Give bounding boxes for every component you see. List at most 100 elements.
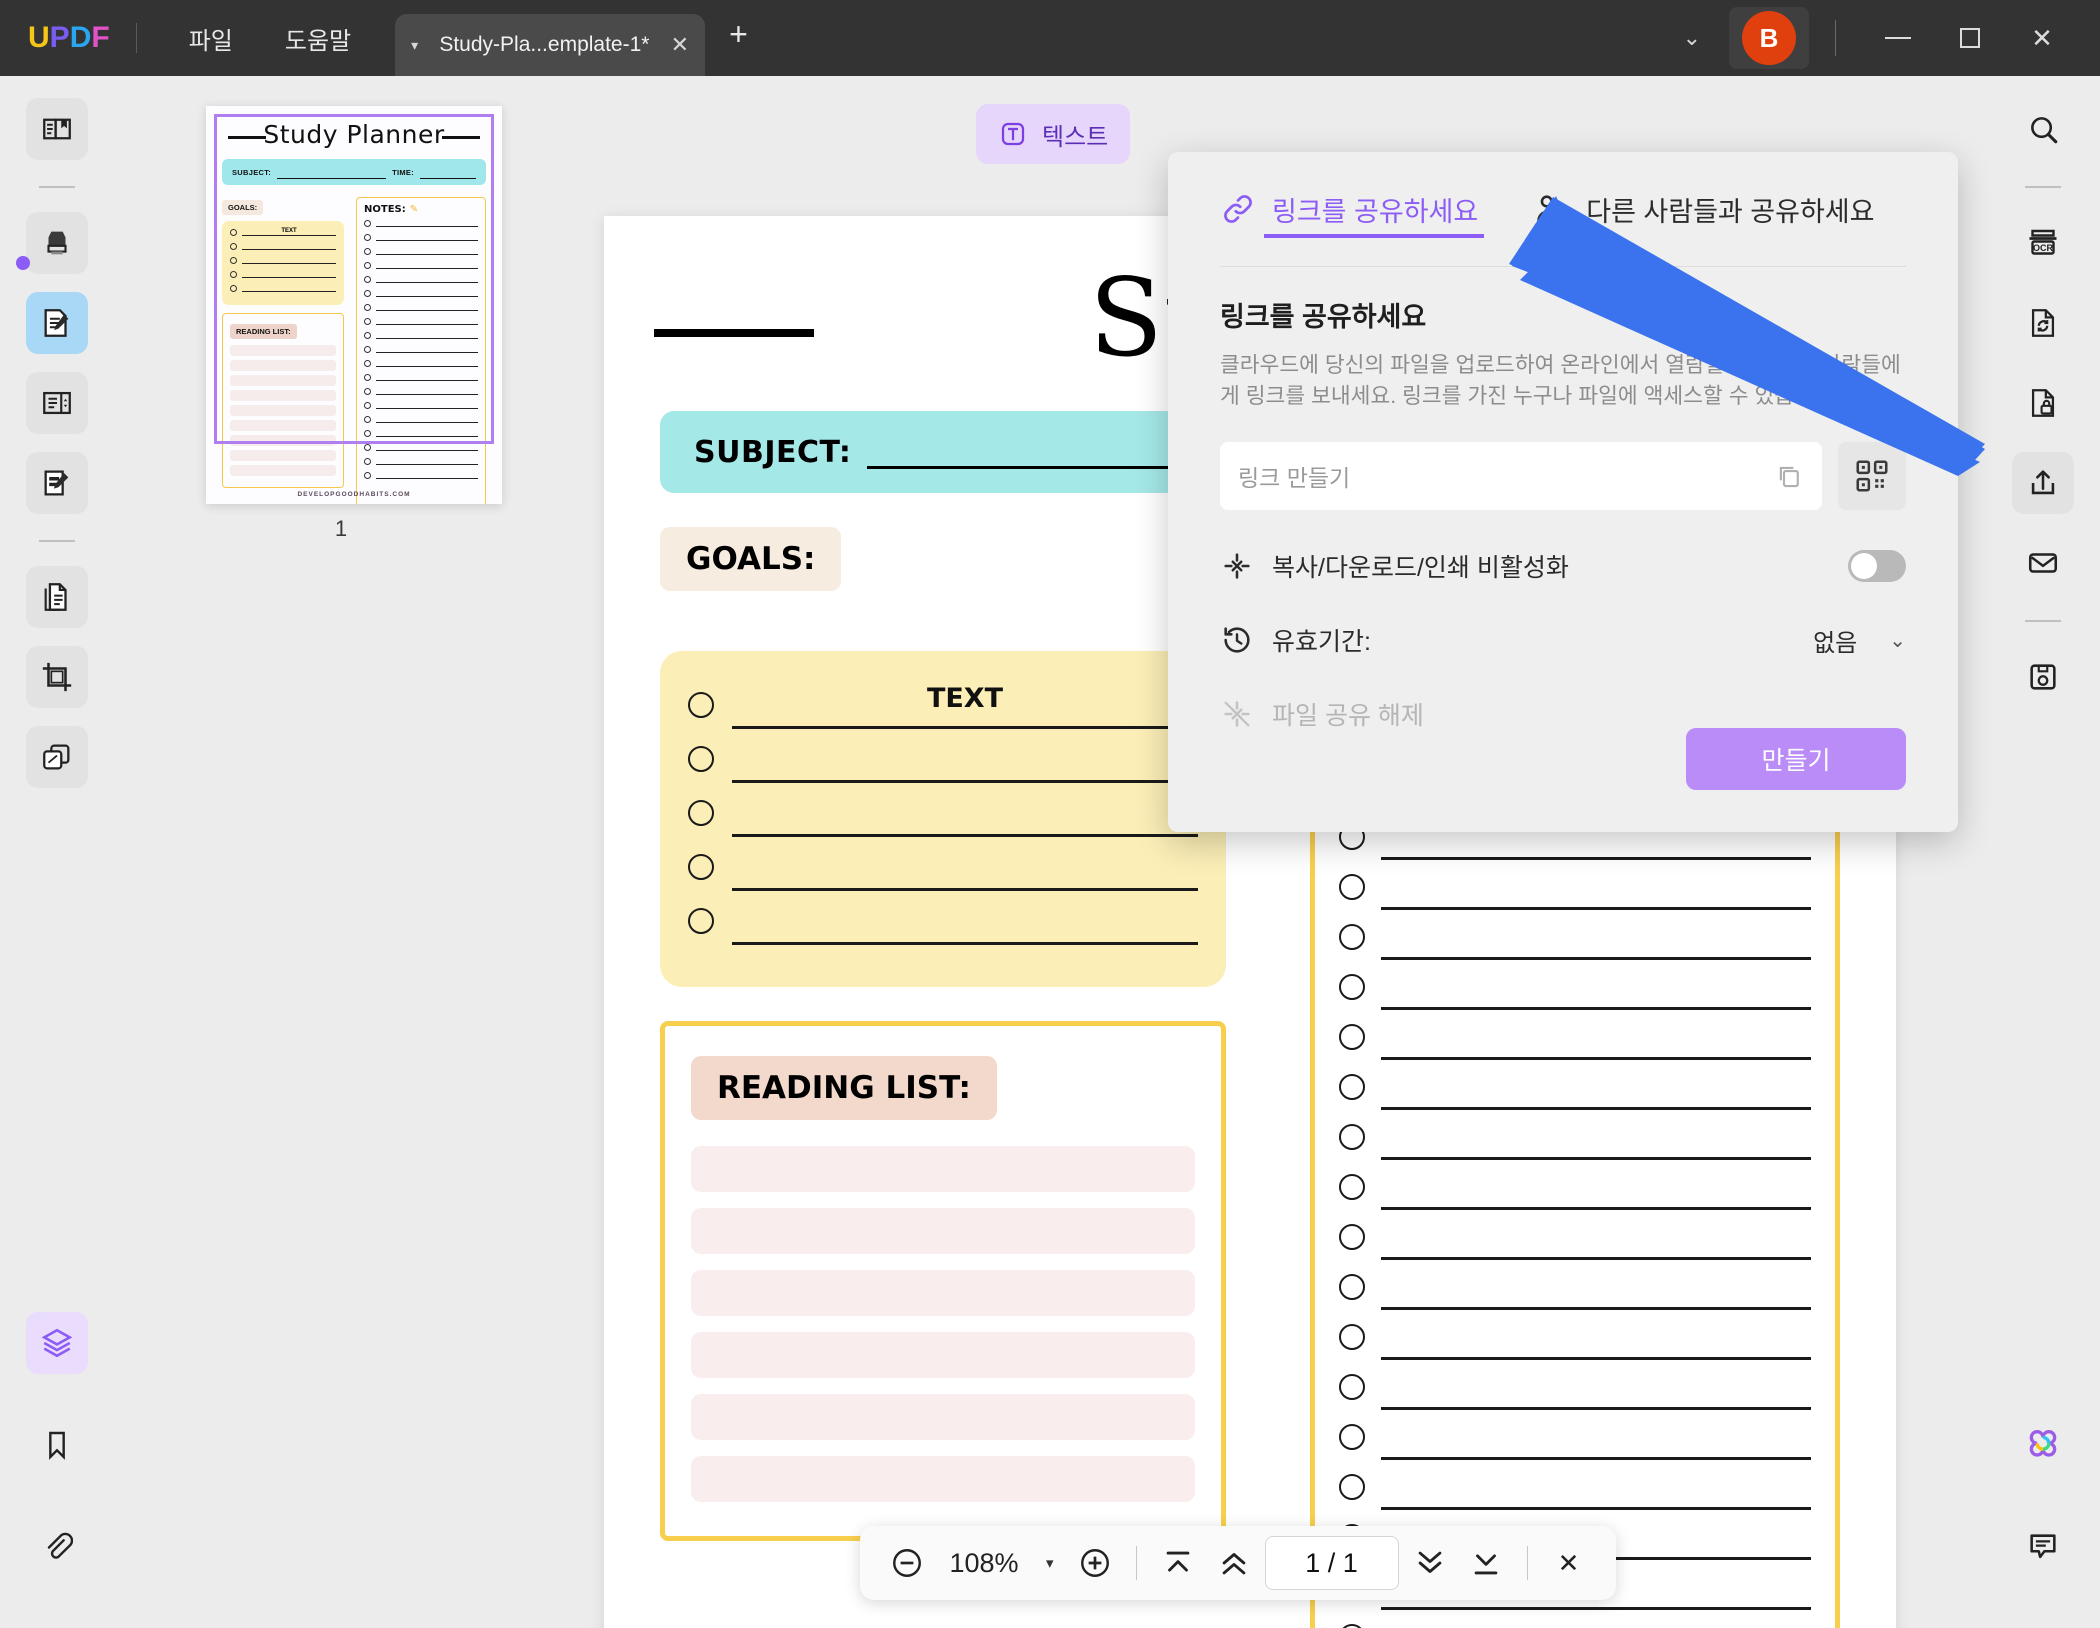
rule-line	[376, 373, 478, 381]
sidebar-item-ocr[interactable]: OCR	[2012, 212, 2074, 274]
chevron-down-icon[interactable]: ▾	[411, 37, 418, 54]
sidebar-item-comment[interactable]	[2012, 1516, 2074, 1578]
menu-file[interactable]: 파일	[163, 0, 259, 76]
share-panel-footer: 만들기	[1686, 728, 1906, 790]
qr-code-button[interactable]	[1838, 442, 1906, 511]
link-input[interactable]: 링크 만들기	[1220, 442, 1822, 511]
attachment-icon	[47, 1532, 73, 1559]
circle-icon[interactable]	[688, 746, 714, 772]
circle-icon[interactable]	[1339, 1274, 1365, 1300]
list-item: TEXT	[688, 681, 1198, 729]
circle-icon	[230, 270, 237, 278]
sidebar-item-form-fields[interactable]	[26, 372, 88, 434]
copy-icon[interactable]	[1774, 461, 1804, 491]
zoom-in-button[interactable]	[1070, 1538, 1120, 1588]
circle-icon[interactable]	[1339, 1474, 1365, 1500]
sidebar-item-highlighter[interactable]	[26, 212, 88, 274]
maximize-icon	[1960, 28, 1980, 48]
prev-page-button[interactable]	[1209, 1538, 1259, 1588]
circle-icon	[364, 331, 371, 339]
sidebar-item-share[interactable]	[2012, 452, 2074, 514]
chevron-down-icon[interactable]: ▾	[1036, 1554, 1064, 1572]
circle-icon[interactable]	[688, 800, 714, 826]
zoom-in-icon	[1080, 1549, 1109, 1577]
disable-copy-row[interactable]: 복사/다운로드/인쇄 비활성화	[1220, 548, 1906, 584]
chevron-down-icon[interactable]: ⌄	[1655, 25, 1729, 51]
new-tab-button[interactable]: +	[729, 16, 748, 53]
circle-icon[interactable]	[688, 692, 714, 718]
circle-icon[interactable]	[1339, 1224, 1365, 1250]
sidebar-item-attachment[interactable]	[26, 1516, 88, 1578]
zoom-out-button[interactable]	[882, 1538, 932, 1588]
sidebar-item-bookmark[interactable]	[26, 1414, 88, 1476]
sidebar-item-annotate[interactable]	[26, 452, 88, 514]
qr-code-icon	[1856, 460, 1888, 492]
circle-icon[interactable]	[1339, 1324, 1365, 1350]
account-button[interactable]: B	[1729, 7, 1809, 69]
unshare-row[interactable]: 파일 공유 해제	[1220, 696, 1906, 732]
thumbnail-notes-label: NOTES: ✎	[364, 204, 419, 215]
toolbar-separator-2	[1526, 1546, 1528, 1580]
text-tool-button[interactable]: 텍스트	[976, 104, 1131, 164]
list-item	[364, 289, 478, 297]
circle-icon[interactable]	[1339, 1024, 1365, 1050]
history-clock-icon	[1224, 627, 1250, 653]
page-thumbnail[interactable]: Study Planner SUBJECT: TIME: GOALS: TEXT	[206, 106, 502, 504]
rule-line	[1381, 1614, 1811, 1628]
rule-line	[732, 789, 1198, 837]
circle-icon[interactable]	[1339, 1424, 1365, 1450]
circle-icon[interactable]	[1339, 974, 1365, 1000]
list-item	[230, 390, 336, 401]
sidebar-item-edit-pdf[interactable]	[26, 292, 88, 354]
rail-divider-r2	[2025, 620, 2061, 622]
sidebar-item-protect[interactable]	[2012, 372, 2074, 434]
rule-line	[376, 261, 478, 269]
thumbnail-page-number: 1	[334, 516, 348, 541]
expiry-value[interactable]: 없음	[1813, 623, 1857, 658]
document-tab[interactable]: ▾ Study-Pla...emplate-1* ✕	[395, 14, 706, 76]
maximize-button[interactable]	[1934, 0, 2006, 76]
sidebar-item-save[interactable]	[2012, 646, 2074, 708]
sidebar-item-organize-pages[interactable]	[26, 566, 88, 628]
left-tool-rail	[0, 76, 114, 1628]
document-reading-box: READING LIST:	[660, 1021, 1226, 1541]
sidebar-item-search[interactable]	[2012, 98, 2074, 160]
zoom-level-label[interactable]: 108%	[938, 1548, 1030, 1579]
sidebar-item-convert[interactable]	[2012, 292, 2074, 354]
close-window-button[interactable]: ✕	[2006, 0, 2078, 76]
title-bar: U P D F 파일 도움말 ▾ Study-Pla...emplate-1* …	[0, 0, 2100, 76]
sidebar-item-layers[interactable]	[26, 1312, 88, 1374]
close-toolbar-button[interactable]: ✕	[1544, 1538, 1594, 1588]
menu-help[interactable]: 도움말	[259, 0, 377, 76]
page-indicator[interactable]: 1 / 1	[1264, 1536, 1399, 1590]
sidebar-item-crop[interactable]	[26, 646, 88, 708]
tab-share-link[interactable]: 링크를 공유하세요	[1220, 152, 1485, 266]
rule-line	[1381, 1014, 1811, 1060]
tab-share-with-people[interactable]: 다른 사람들과 공유하세요	[1534, 152, 1874, 266]
chevron-down-icon[interactable]: ⌄	[1889, 628, 1906, 653]
circle-icon[interactable]	[1339, 1174, 1365, 1200]
circle-icon[interactable]	[688, 908, 714, 934]
logo-letter-u: U	[28, 21, 50, 54]
circle-icon[interactable]	[1339, 1124, 1365, 1150]
sidebar-item-updf-ai[interactable]	[2012, 1414, 2074, 1476]
create-link-button[interactable]: 만들기	[1686, 728, 1906, 790]
next-page-button[interactable]	[1405, 1538, 1455, 1588]
sidebar-item-email[interactable]	[2012, 532, 2074, 594]
close-icon[interactable]: ✕	[671, 32, 689, 58]
circle-icon[interactable]	[1339, 874, 1365, 900]
list-item	[364, 415, 478, 423]
circle-icon[interactable]	[1339, 1074, 1365, 1100]
circle-icon[interactable]	[1339, 924, 1365, 950]
circle-icon[interactable]	[1339, 1374, 1365, 1400]
first-page-button[interactable]	[1153, 1538, 1203, 1588]
last-page-button[interactable]	[1461, 1538, 1511, 1588]
disable-copy-toggle[interactable]	[1848, 550, 1906, 583]
circle-icon[interactable]	[1339, 1624, 1365, 1628]
rule-line	[376, 471, 478, 479]
minimize-button[interactable]	[1862, 0, 1934, 76]
circle-icon[interactable]	[688, 854, 714, 880]
sidebar-item-reader[interactable]	[26, 98, 88, 160]
expiry-row[interactable]: 유효기간: 없음 ⌄	[1220, 622, 1906, 658]
sidebar-item-compare[interactable]	[26, 726, 88, 788]
